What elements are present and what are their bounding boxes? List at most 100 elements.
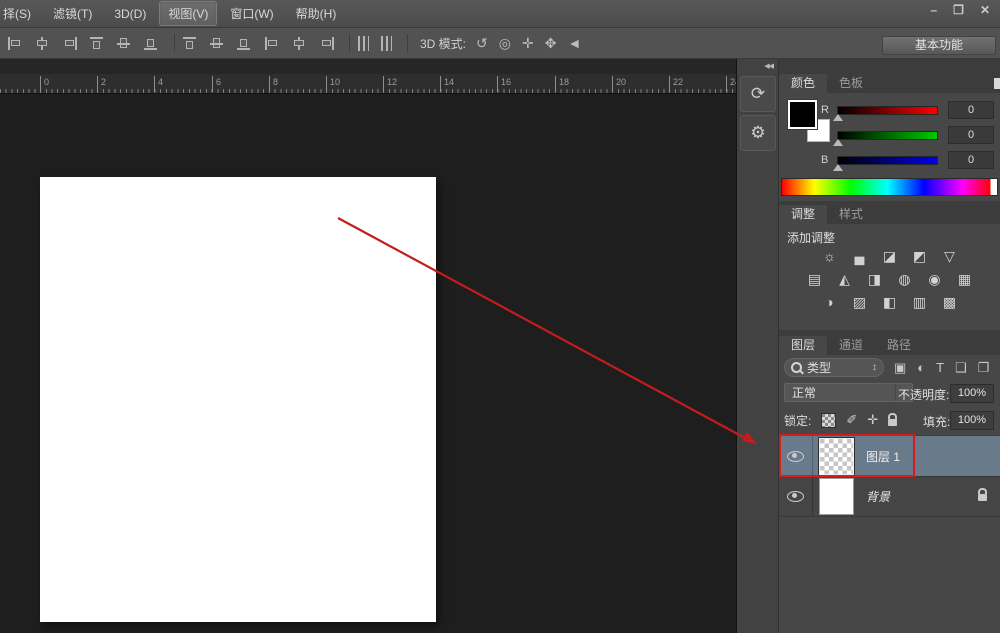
tab-paths[interactable]: 路径 (875, 336, 923, 355)
blue-slider-thumb[interactable] (833, 164, 843, 171)
red-slider-thumb[interactable] (833, 114, 843, 121)
tab-adjustments[interactable]: 调整 (779, 205, 827, 224)
menu-filter[interactable]: 滤镜(T) (44, 1, 101, 26)
blue-value-field[interactable]: 0 (948, 151, 994, 169)
history-panel-button[interactable]: ⟳ (740, 76, 776, 112)
ruler-number: 4 (154, 76, 163, 92)
canvas-area: 0 2 4 6 8 10 12 14 16 18 20 22 24 (0, 59, 737, 633)
menu-3d[interactable]: 3D(D) (105, 3, 155, 25)
align-top-edges-icon[interactable] (90, 37, 105, 50)
filter-shape-layers-icon[interactable]: ❑ (955, 359, 967, 376)
distribute-horizontal-centers-icon[interactable] (292, 37, 307, 50)
slide-3d-icon[interactable]: ✥ (545, 36, 557, 50)
adjustment-row-2: ▤ ◭ ◨ ◍ ◉ ▦ (779, 271, 1000, 287)
foreground-color-swatch[interactable] (788, 100, 817, 129)
lock-label: 锁定: (784, 412, 811, 429)
red-slider-label: R (821, 104, 829, 116)
selective-color-icon[interactable]: ▩ (941, 294, 958, 310)
gradient-map-icon[interactable]: ▥ (911, 294, 928, 310)
ruler-number: 16 (497, 76, 511, 92)
align-right-edges-icon[interactable] (62, 37, 77, 50)
align-left-edges-icon[interactable] (8, 37, 23, 50)
search-icon (791, 362, 802, 373)
workspace-button[interactable]: 基本功能 (882, 36, 996, 55)
photo-filter-icon[interactable]: ◍ (896, 271, 913, 287)
lock-transparent-pixels-icon[interactable] (821, 413, 836, 428)
tab-color[interactable]: 颜色 (779, 74, 827, 93)
layer-row-background[interactable]: 背景 (779, 476, 1000, 517)
layer-filter-dropdown[interactable]: 类型 ↕ (784, 358, 884, 377)
black-white-icon[interactable]: ◨ (866, 271, 883, 287)
toolbar-separator (407, 34, 408, 52)
close-icon[interactable]: ✕ (980, 3, 990, 17)
levels-icon[interactable]: ▄ (851, 248, 868, 264)
color-balance-icon[interactable]: ◭ (836, 271, 853, 287)
color-spectrum-ramp[interactable] (781, 178, 998, 196)
lock-all-icon[interactable] (888, 419, 897, 426)
restore-icon[interactable]: ❐ (953, 3, 964, 17)
minimize-icon[interactable]: – (930, 3, 937, 17)
visibility-cell[interactable] (779, 477, 813, 516)
opacity-value-field[interactable]: 100% (950, 384, 994, 403)
properties-panel-button[interactable]: ⚙ (740, 115, 776, 151)
distribute-bottom-edges-icon[interactable] (237, 37, 252, 50)
blend-mode-dropdown[interactable]: 正常 ↕ (784, 383, 913, 402)
lock-position-icon[interactable]: ✛ (867, 413, 878, 427)
distribute-left-edges-icon[interactable] (265, 37, 280, 50)
tab-styles[interactable]: 样式 (827, 205, 875, 224)
pan-3d-icon[interactable]: ✛ (522, 36, 534, 50)
align-bottom-edges-icon[interactable] (144, 37, 159, 50)
adjustments-panel-tabbar: 调整 样式 (779, 205, 1000, 224)
invert-icon[interactable]: ◑ (821, 294, 838, 310)
posterize-icon[interactable]: ▨ (851, 294, 868, 310)
green-slider-thumb[interactable] (833, 139, 843, 146)
red-slider-track[interactable] (837, 106, 938, 115)
distribute-vertical-spacing-icon[interactable] (381, 36, 392, 51)
color-lookup-icon[interactable]: ▦ (956, 271, 973, 287)
distribute-horizontal-spacing-icon[interactable] (358, 36, 369, 51)
document-canvas[interactable] (40, 177, 436, 622)
fill-value-field[interactable]: 100% (950, 411, 994, 430)
hue-saturation-icon[interactable]: ▤ (806, 271, 823, 287)
collapse-panels-icon[interactable]: ◀◀ (764, 62, 773, 70)
menu-window[interactable]: 窗口(W) (221, 1, 282, 26)
menu-select[interactable]: 择(S) (0, 1, 40, 26)
red-value-field[interactable]: 0 (948, 101, 994, 119)
filter-type-layers-icon[interactable]: T (936, 359, 944, 376)
green-value-field[interactable]: 0 (948, 126, 994, 144)
curves-icon[interactable]: ◪ (881, 248, 898, 264)
tab-channels[interactable]: 通道 (827, 336, 875, 355)
exposure-icon[interactable]: ◩ (911, 248, 928, 264)
filter-adjustment-layers-icon[interactable]: ◐ (917, 359, 925, 376)
distribute-right-edges-icon[interactable] (319, 37, 334, 50)
panel-menu-icon[interactable] (994, 78, 1000, 89)
filter-smart-object-layers-icon[interactable]: ❐ (978, 359, 990, 376)
roll-3d-icon[interactable]: ◎ (499, 36, 511, 50)
background-thumbnail[interactable] (819, 478, 854, 515)
orbit-3d-icon[interactable]: ↺ (476, 36, 488, 50)
align-horizontal-centers-icon[interactable] (35, 37, 50, 50)
eye-icon[interactable] (787, 491, 804, 502)
blue-slider-label: B (821, 154, 828, 166)
distribute-vertical-centers-icon[interactable] (210, 37, 225, 50)
distribute-top-edges-icon[interactable] (183, 37, 198, 50)
menu-help[interactable]: 帮助(H) (287, 1, 346, 26)
filter-image-layers-icon[interactable]: ▣ (894, 359, 906, 376)
horizontal-ruler[interactable]: 0 2 4 6 8 10 12 14 16 18 20 22 24 (0, 74, 736, 94)
tab-swatches[interactable]: 色板 (827, 74, 875, 93)
channel-mixer-icon[interactable]: ◉ (926, 271, 943, 287)
add-adjustment-label: 添加调整 (787, 229, 835, 246)
vibrance-icon[interactable]: ▽ (941, 248, 958, 264)
lock-image-pixels-icon[interactable]: ✐ (846, 413, 857, 427)
threshold-icon[interactable]: ◧ (881, 294, 898, 310)
blue-slider-track[interactable] (837, 156, 938, 165)
color-panel: R 0 G 0 B 0 (779, 93, 1000, 201)
align-vertical-centers-icon[interactable] (117, 37, 132, 50)
menu-view[interactable]: 视图(V) (159, 1, 217, 26)
background-lock-icon (978, 494, 987, 501)
green-slider-track[interactable] (837, 131, 938, 140)
brightness-contrast-icon[interactable]: ☼ (821, 248, 838, 264)
tab-layers[interactable]: 图层 (779, 336, 827, 355)
zoom-camera-3d-icon[interactable]: ◄ (567, 36, 581, 50)
layer-name[interactable]: 背景 (866, 488, 890, 505)
